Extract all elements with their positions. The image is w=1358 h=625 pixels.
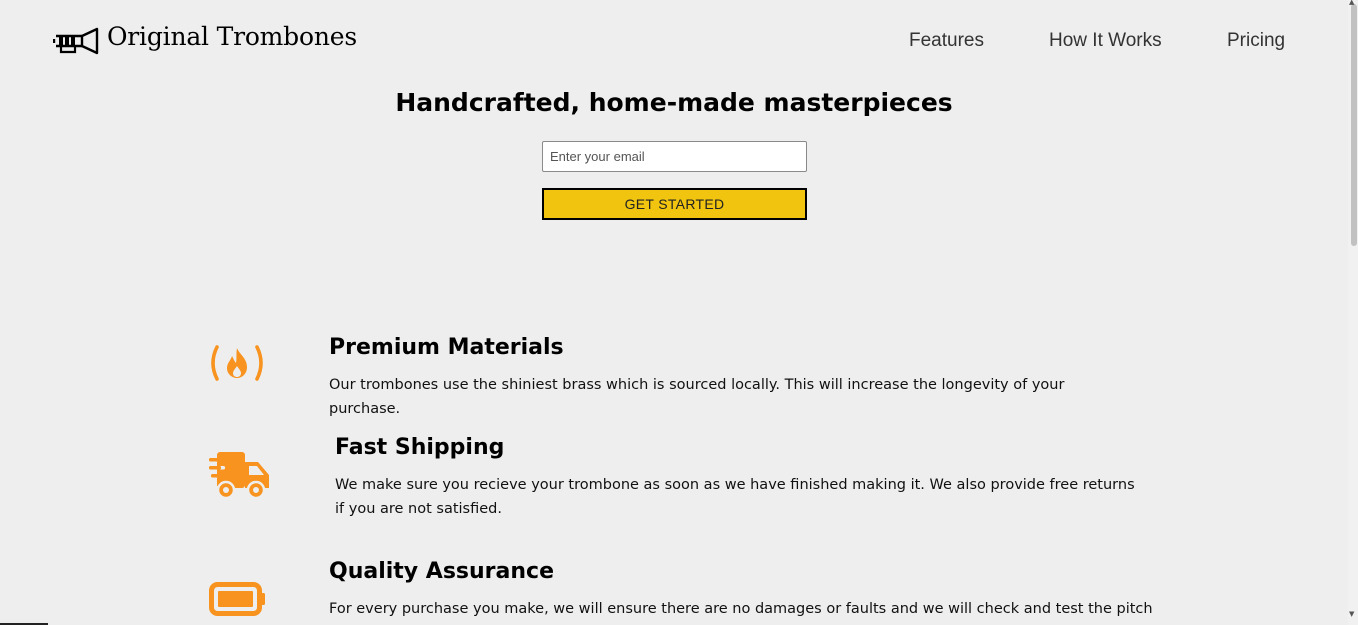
email-input[interactable] [542,141,807,172]
scroll-down-arrow-icon[interactable]: ▼ [1349,610,1354,618]
hero-title: Handcrafted, home-made masterpieces [395,88,953,117]
feature-title-premium-materials: Premium Materials [329,335,564,360]
trumpet-logo-icon [53,27,99,55]
brand-name[interactable]: Original Trombones [107,22,357,51]
page-header: Original Trombones Features How It Works… [0,0,1348,82]
truck-icon [209,452,269,500]
feature-desc-quality-assurance: For every purchase you make, we will ens… [329,601,1153,617]
scrollbar-thumb[interactable] [1351,4,1357,246]
feature-title-quality-assurance: Quality Assurance [329,559,555,584]
battery-icon [209,582,265,616]
get-started-button[interactable]: GET STARTED [542,188,807,220]
nav-link-how-it-works[interactable]: How It Works [1049,30,1162,52]
fire-icon [211,345,263,381]
feature-desc-premium-materials: Our trombones use the shiniest brass whi… [329,377,1065,417]
feature-title-fast-shipping: Fast Shipping [335,435,505,460]
nav-link-pricing[interactable]: Pricing [1227,30,1285,52]
scroll-up-arrow-icon[interactable]: ▲ [1349,0,1354,6]
feature-desc-fast-shipping: We make sure you recieve your trombone a… [335,477,1135,517]
nav-link-features[interactable]: Features [909,30,984,52]
